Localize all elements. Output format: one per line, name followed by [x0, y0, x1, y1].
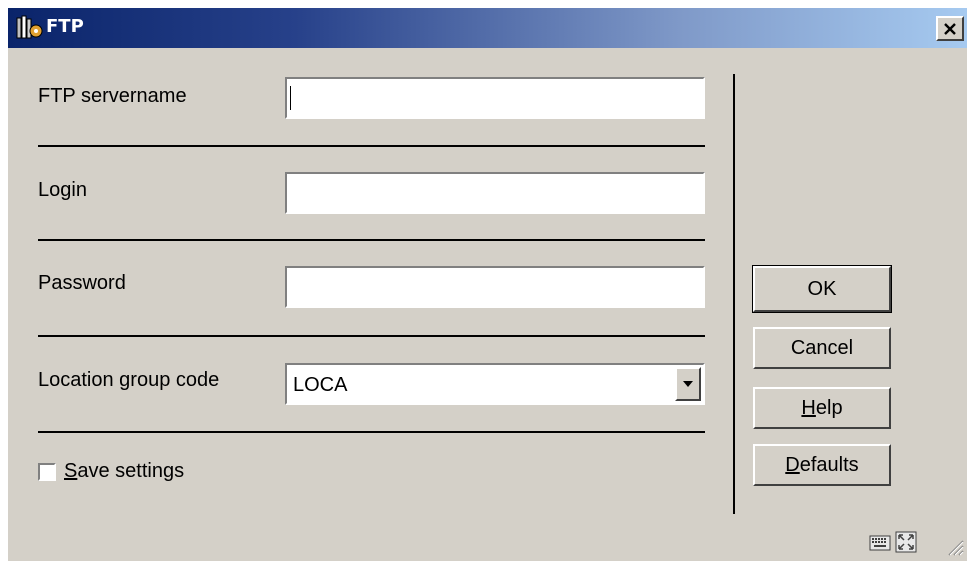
defaults-button[interactable]: Defaults [753, 444, 891, 486]
vertical-divider [733, 74, 735, 514]
divider [38, 239, 705, 241]
password-input[interactable] [285, 266, 705, 308]
location-group-code-label: Location group code [38, 369, 220, 391]
chevron-down-icon [683, 381, 693, 387]
mnemonic-letter: H [801, 396, 816, 419]
password-label: Password [38, 272, 126, 294]
ftp-servername-label: FTP servername [38, 85, 187, 107]
button-text: elp [815, 396, 843, 419]
title-bar[interactable]: FTP [8, 8, 967, 48]
login-label: Login [38, 179, 87, 201]
close-icon [944, 22, 956, 35]
window-title: FTP [46, 16, 84, 37]
ftp-dialog: FTP FTP servername Login Password Locati… [8, 8, 967, 561]
login-input[interactable] [285, 172, 705, 214]
ftp-servername-input[interactable] [285, 77, 705, 119]
text-caret [290, 86, 291, 110]
ftp-servername-wrap [285, 77, 705, 119]
button-text: efaults [799, 453, 859, 476]
bookshelf-icon [16, 15, 44, 41]
save-settings-checkbox[interactable] [38, 463, 56, 481]
help-button[interactable]: Help [753, 387, 891, 429]
keyboard-icon[interactable] [869, 532, 891, 552]
expand-icon[interactable] [894, 530, 918, 554]
location-group-code-select[interactable]: LOCA [285, 363, 705, 405]
mnemonic-letter: S [64, 460, 78, 482]
dropdown-button[interactable] [675, 367, 701, 401]
location-group-code-value: LOCA [293, 374, 348, 396]
divider [38, 431, 705, 433]
cancel-button[interactable]: Cancel [753, 327, 891, 369]
divider [38, 335, 705, 337]
ok-button[interactable]: OK [752, 265, 892, 313]
close-button[interactable] [936, 16, 964, 41]
resize-grip-icon[interactable] [946, 538, 964, 556]
label-text: ave settings [77, 460, 185, 482]
divider [38, 145, 705, 147]
save-settings-label[interactable]: Save settings [64, 460, 184, 483]
mnemonic-letter: D [785, 453, 800, 476]
